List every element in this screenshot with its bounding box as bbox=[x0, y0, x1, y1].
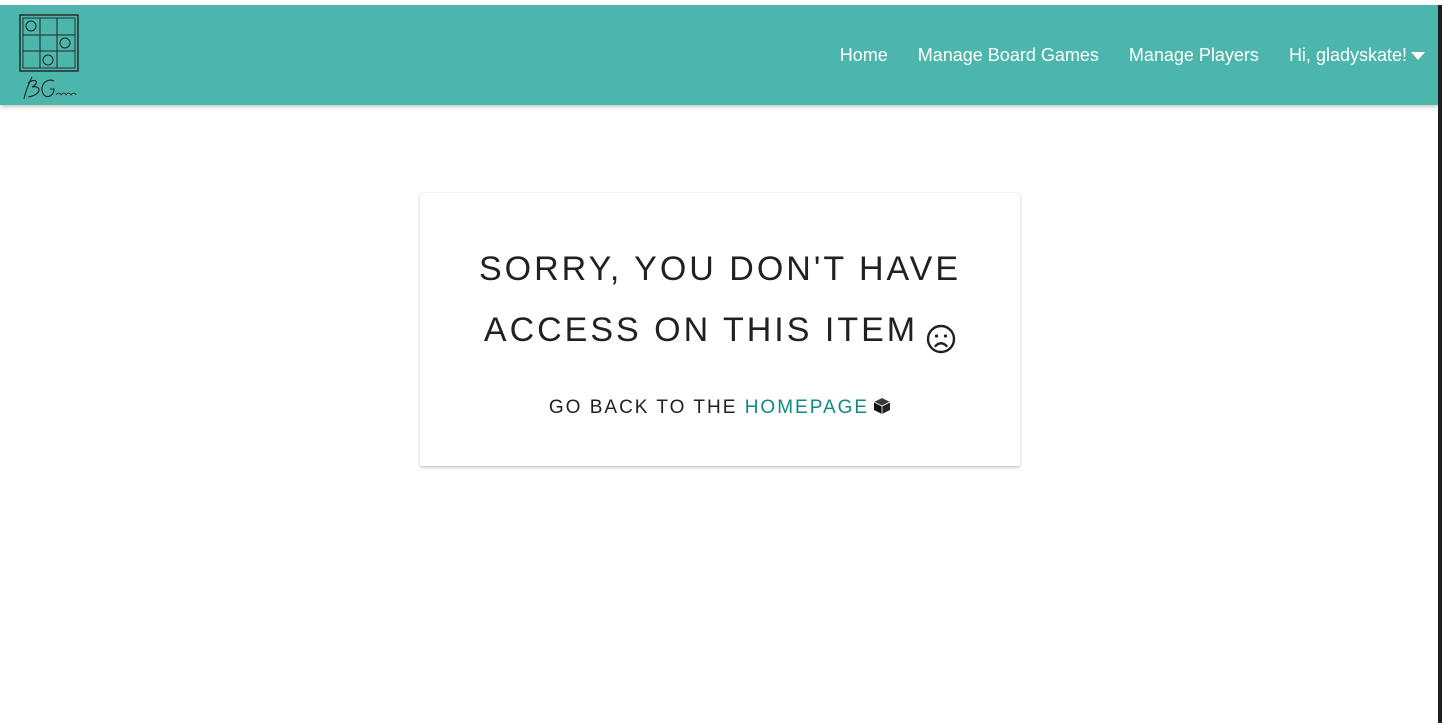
user-menu-dropdown[interactable]: Hi, gladyskate! bbox=[1274, 5, 1438, 105]
nav-manage-board-games-link[interactable]: Manage Board Games bbox=[903, 5, 1114, 105]
nav-home-link[interactable]: Home bbox=[825, 5, 903, 105]
user-greeting: Hi, gladyskate! bbox=[1288, 45, 1407, 65]
window-right-edge bbox=[1438, 5, 1442, 723]
access-denied-title: SORRY, YOU DON'T HAVE ACCESS ON THIS ITE… bbox=[420, 239, 1020, 361]
caret-down-icon bbox=[1411, 52, 1425, 60]
cube-icon bbox=[873, 397, 891, 415]
title-line-2-wrapper: ACCESS ON THIS ITEM bbox=[420, 300, 1020, 361]
back-to-homepage-line: GO BACK TO THE HOMEPAGE bbox=[420, 397, 1020, 419]
page: Home Manage Board Games Manage Players H… bbox=[0, 0, 1442, 723]
nav-manage-players-link[interactable]: Manage Players bbox=[1114, 5, 1274, 105]
title-line-1: SORRY, YOU DON'T HAVE bbox=[478, 250, 962, 288]
nav-links: Home Manage Board Games Manage Players H… bbox=[825, 5, 1438, 105]
back-prefix-text: GO BACK TO THE bbox=[548, 397, 738, 418]
access-denied-card: SORRY, YOU DON'T HAVE ACCESS ON THIS ITE… bbox=[420, 193, 1020, 466]
board-games-logo-icon[interactable] bbox=[18, 13, 84, 103]
navbar: Home Manage Board Games Manage Players H… bbox=[0, 5, 1438, 105]
sad-face-icon bbox=[926, 313, 956, 354]
homepage-link[interactable]: HOMEPAGE bbox=[745, 397, 869, 418]
title-line-2: ACCESS ON THIS ITEM bbox=[483, 311, 919, 349]
